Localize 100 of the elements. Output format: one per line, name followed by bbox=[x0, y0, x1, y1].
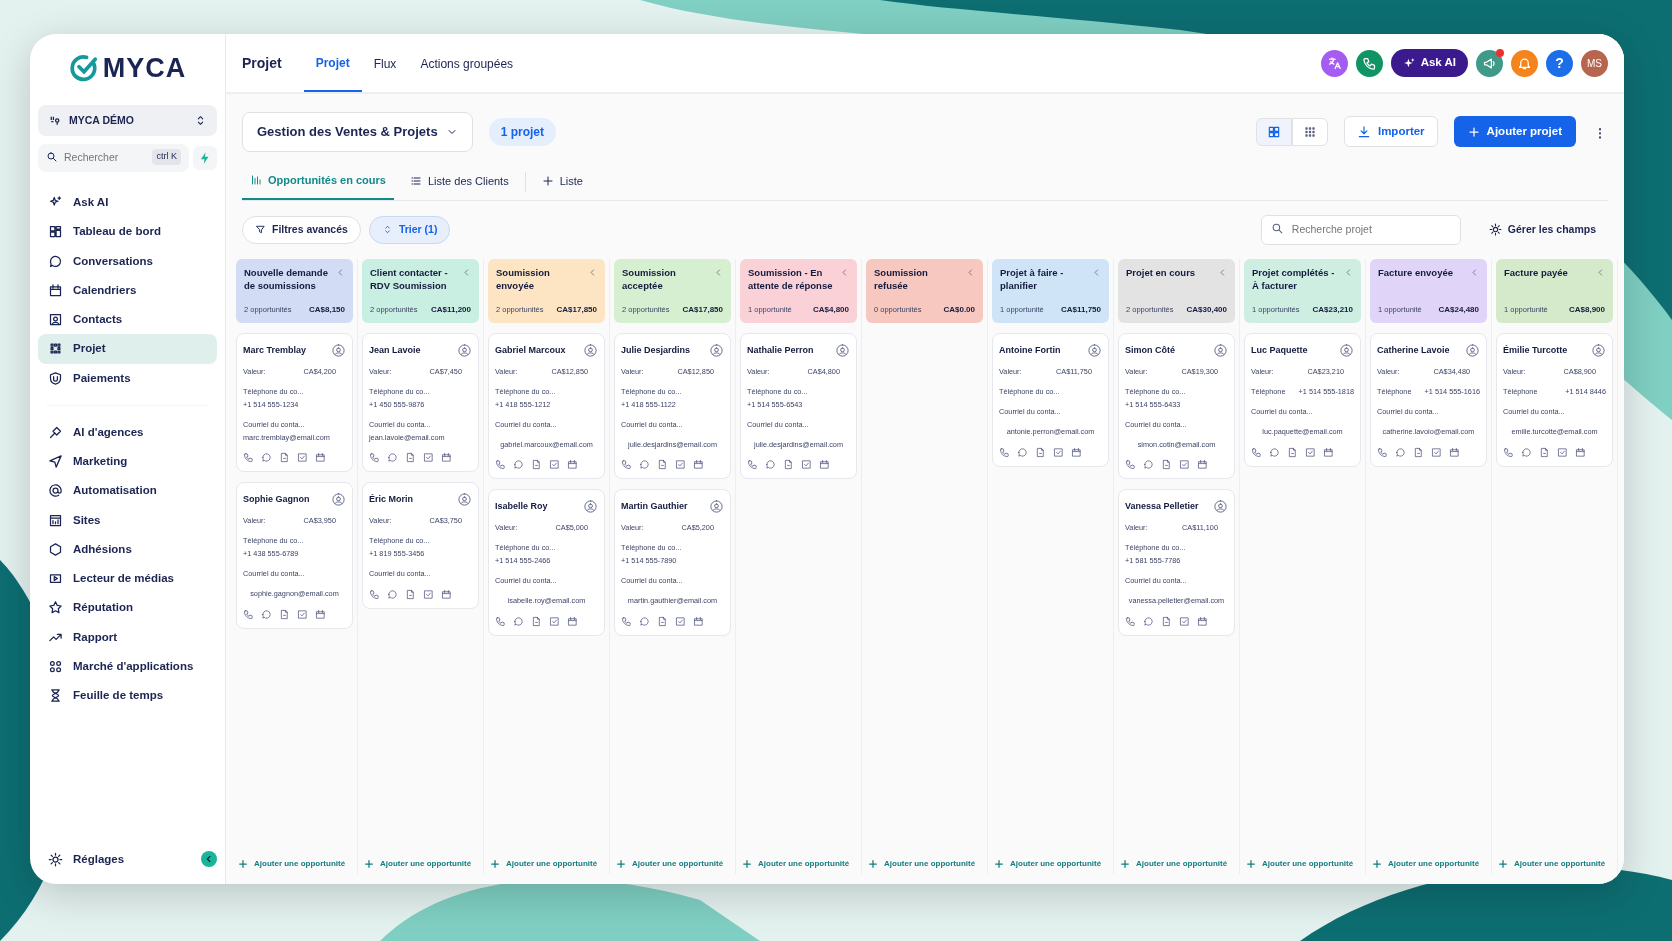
plus-icon bbox=[541, 174, 554, 187]
pipeline-dropdown[interactable]: Gestion des Ventes & Projets bbox=[242, 112, 473, 152]
phone-icon bbox=[243, 452, 254, 464]
add-opportunity-link[interactable]: Ajouter une opportunité bbox=[362, 854, 479, 874]
plus-icon bbox=[1467, 125, 1480, 138]
add-list-button[interactable]: Liste bbox=[533, 164, 591, 199]
advanced-filters-button[interactable]: Filtres avancés bbox=[242, 216, 361, 244]
search-icon bbox=[46, 151, 58, 164]
dots-grid-icon bbox=[1302, 124, 1317, 139]
settings-link[interactable]: Réglages bbox=[38, 844, 201, 874]
add-project-button[interactable]: Ajouter projet bbox=[1453, 116, 1576, 148]
sidebar-item[interactable]: Ask AI bbox=[38, 188, 217, 218]
phone-icon bbox=[747, 459, 758, 471]
document-icon bbox=[1035, 446, 1046, 458]
bolt-icon[interactable] bbox=[193, 146, 217, 171]
paper-plane-icon bbox=[48, 454, 63, 470]
sidebar-item[interactable]: Conversations bbox=[38, 246, 217, 276]
ask-ai-button[interactable]: Ask AI bbox=[1390, 49, 1468, 77]
sidebar-item[interactable]: AI d'agences bbox=[38, 417, 217, 447]
contact-name: Antoine Fortin bbox=[999, 343, 1061, 357]
add-opportunity-link[interactable]: Ajouter une opportunité bbox=[1244, 854, 1361, 874]
settings-icon bbox=[1488, 223, 1502, 237]
stage-title: Projet à faire - planifier bbox=[1000, 265, 1065, 293]
add-opportunity-link[interactable]: Ajouter une opportunité bbox=[992, 854, 1109, 874]
workspace-selector[interactable]: MYCA DÉMO bbox=[38, 104, 217, 137]
calendar-icon bbox=[315, 609, 326, 621]
checkbox-icon bbox=[675, 459, 686, 471]
plus-icon bbox=[1120, 859, 1130, 869]
collapse-button[interactable] bbox=[201, 851, 217, 868]
document-icon bbox=[1539, 446, 1550, 458]
sidebar-item[interactable]: Feuille de temps bbox=[38, 681, 217, 711]
calendar-icon bbox=[1197, 616, 1208, 628]
add-opportunity-link[interactable]: Ajouter une opportunité bbox=[1118, 854, 1235, 874]
settings-icon bbox=[48, 851, 63, 867]
tag-icon bbox=[48, 424, 63, 440]
plus-icon bbox=[1498, 859, 1508, 869]
chat-bubble-icon bbox=[765, 459, 776, 471]
grid-view-toggle[interactable] bbox=[1255, 117, 1292, 146]
bell-button[interactable] bbox=[1511, 49, 1538, 77]
view-tab[interactable]: Liste des Clients bbox=[401, 164, 517, 199]
add-opportunity-link[interactable]: Ajouter une opportunité bbox=[614, 854, 731, 874]
sidebar-item[interactable]: Réputation bbox=[38, 593, 217, 623]
calendar-icon bbox=[48, 282, 63, 298]
translate-button[interactable] bbox=[1320, 49, 1348, 77]
add-opportunity-link[interactable]: Ajouter une opportunité bbox=[866, 854, 983, 874]
user-avatar[interactable]: MS bbox=[1581, 49, 1608, 77]
sidebar-item[interactable]: Rapport bbox=[38, 622, 217, 652]
add-opportunity-link[interactable]: Ajouter une opportunité bbox=[740, 854, 857, 874]
sidebar-item[interactable]: Adhésions bbox=[38, 534, 217, 564]
sparkle-icon bbox=[1402, 56, 1416, 70]
add-opportunity-link[interactable]: Ajouter une opportunité bbox=[236, 854, 353, 874]
sidebar-item[interactable]: Automatisation bbox=[38, 476, 217, 506]
at-sign-icon bbox=[48, 483, 63, 499]
checkbox-icon bbox=[1431, 446, 1442, 458]
checkbox-icon bbox=[297, 609, 308, 621]
help-button[interactable]: ? bbox=[1546, 49, 1573, 77]
chat-bubble-icon bbox=[1395, 446, 1406, 458]
calendar-icon bbox=[819, 459, 830, 471]
add-opportunity-link[interactable]: Ajouter une opportunité bbox=[1370, 854, 1487, 874]
phone-button[interactable] bbox=[1355, 49, 1383, 77]
header-tab[interactable]: Flux bbox=[361, 34, 409, 92]
header-tab[interactable]: Projet bbox=[303, 34, 362, 92]
dots-grid-toggle[interactable] bbox=[1291, 117, 1328, 146]
phone-icon bbox=[1125, 459, 1136, 471]
collapse-chevron-icon bbox=[1596, 267, 1605, 277]
plus-icon bbox=[1246, 859, 1256, 869]
dashboard-icon bbox=[48, 224, 63, 240]
view-tab[interactable]: Opportunités en cours bbox=[242, 163, 394, 200]
header-tab[interactable]: Actions groupées bbox=[408, 34, 526, 92]
manage-fields-button[interactable]: Gérer les champs bbox=[1476, 217, 1608, 243]
sidebar-item[interactable]: Marché d'applications bbox=[38, 651, 217, 681]
sidebar-item[interactable]: Marketing bbox=[38, 447, 217, 477]
star-icon bbox=[48, 600, 63, 616]
logo-check-icon bbox=[68, 53, 99, 84]
add-opportunity-link[interactable]: Ajouter une opportunité bbox=[1496, 854, 1613, 874]
document-icon bbox=[657, 459, 668, 471]
sidebar-item[interactable]: Sites bbox=[38, 505, 217, 535]
stage-total: CA$11,750 bbox=[1060, 303, 1101, 316]
project-search-field[interactable]: Recherche projet bbox=[1260, 215, 1461, 245]
add-opportunity-link[interactable]: Ajouter une opportunité bbox=[488, 854, 605, 874]
browser-window-icon bbox=[48, 512, 63, 528]
megaphone-button[interactable] bbox=[1476, 49, 1503, 77]
contact-name: Vanessa Pelletier bbox=[1125, 500, 1199, 514]
sidebar-item[interactable]: Calendriers bbox=[38, 275, 217, 305]
document-icon bbox=[657, 616, 668, 628]
checkbox-icon bbox=[549, 616, 560, 628]
chat-bubble-icon bbox=[1521, 446, 1532, 458]
sidebar-item[interactable]: Projet bbox=[38, 334, 217, 364]
collapse-chevron-icon bbox=[588, 267, 597, 277]
contact-name: Martin Gauthier bbox=[621, 500, 688, 514]
contact-name: Marc Tremblay bbox=[243, 343, 307, 357]
checkbox-icon bbox=[297, 452, 308, 464]
sidebar-item[interactable]: Lecteur de médias bbox=[38, 564, 217, 594]
import-button[interactable]: Importer bbox=[1343, 116, 1438, 148]
sort-button[interactable]: Trier (1) bbox=[368, 216, 451, 244]
calendar-icon bbox=[441, 452, 452, 464]
sidebar-item[interactable]: Tableau de bord bbox=[38, 217, 217, 247]
stage-title: Projet complétés - À facturer bbox=[1252, 265, 1336, 293]
sidebar-item[interactable]: Paiements bbox=[38, 363, 217, 393]
sidebar-item[interactable]: Contacts bbox=[38, 305, 217, 335]
